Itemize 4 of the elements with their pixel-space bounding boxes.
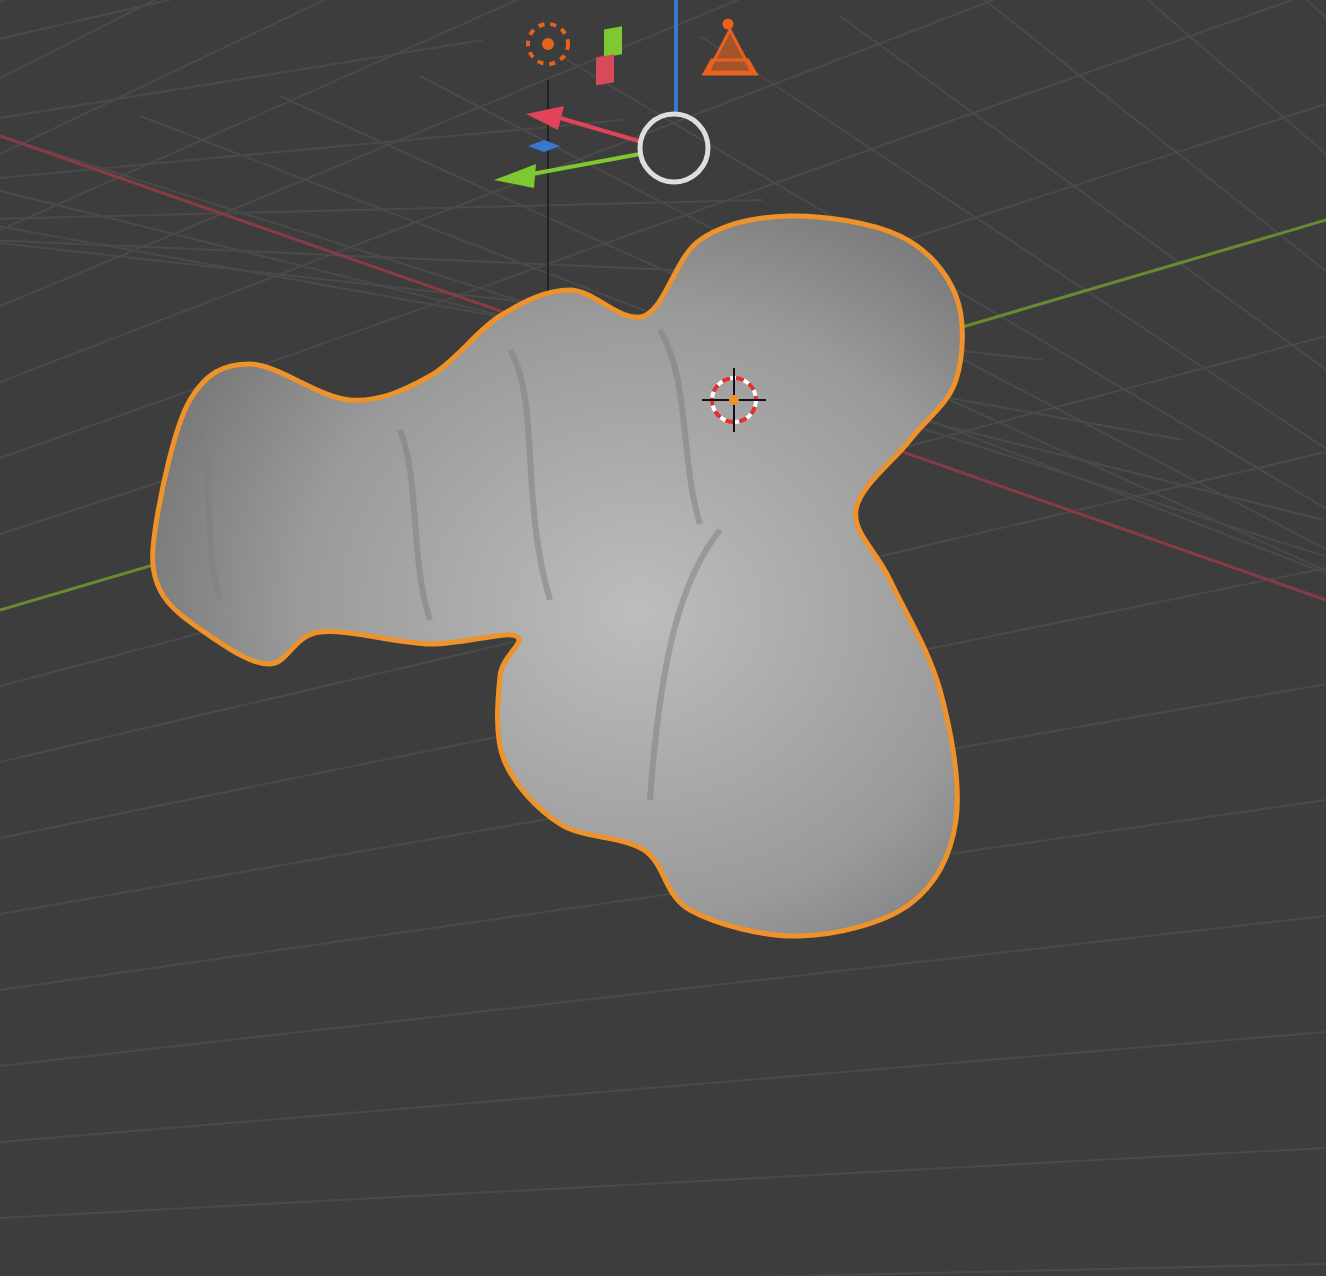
- plane-handles-drawing: [596, 26, 622, 86]
- 3d-cursor-icon: [701, 367, 767, 433]
- light-icon: [526, 22, 570, 66]
- camera-icon: [701, 18, 759, 76]
